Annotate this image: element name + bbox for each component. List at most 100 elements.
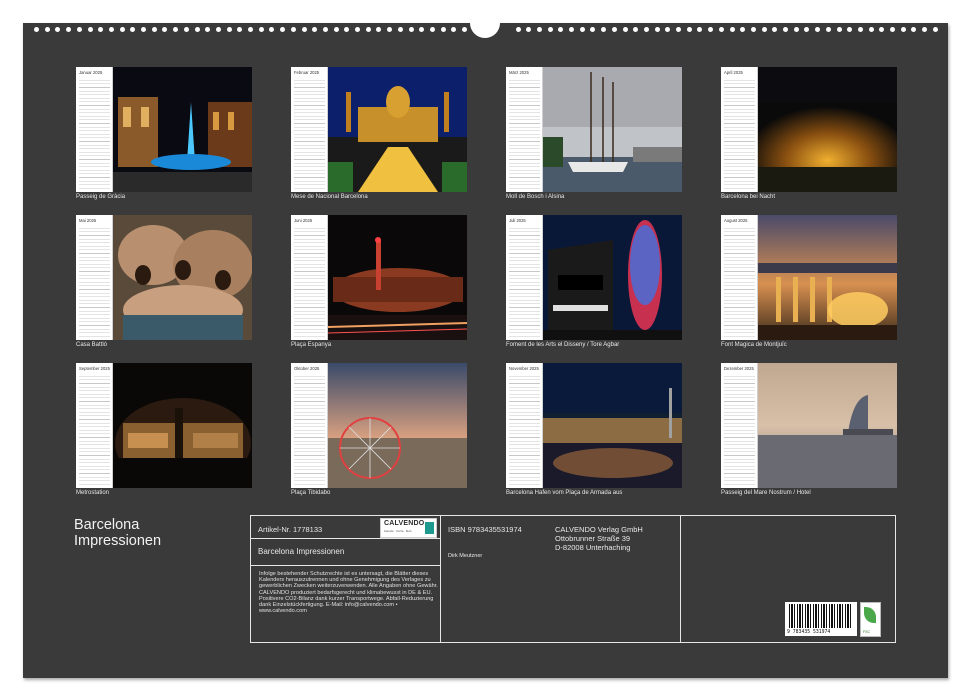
binding-hole (740, 27, 746, 32)
photo-caption: Passeig del Mare Nostrum / Hotel (721, 490, 811, 496)
binding-hole (932, 27, 938, 32)
binding-hole (804, 27, 810, 32)
photo-caption: Plaça Espanya (291, 342, 332, 348)
photo-caption: Metrostation (76, 490, 110, 496)
binding-hole (429, 27, 435, 32)
binding-hole (312, 27, 318, 32)
calendar-page: Juli 2025 (506, 215, 543, 340)
month-thumbnail-may: Mai 2025 Casa Battló (76, 215, 252, 353)
month-name: März 2025 (509, 70, 529, 75)
binding-hole (665, 27, 671, 32)
calendar-title: Barcelona Impressionen (74, 517, 161, 549)
binding-hole (408, 27, 414, 32)
binding-hole (419, 27, 425, 32)
binding-hole (237, 27, 243, 32)
calendar-page: November 2025 (506, 363, 543, 488)
binding-hole (815, 27, 821, 32)
photo-tibidabo (328, 363, 467, 488)
photo-font-magica (758, 215, 897, 340)
product-title: Barcelona Impressionen (258, 547, 345, 556)
barcode-number: 9 783435 531974 (787, 630, 831, 635)
binding-hole (130, 27, 136, 32)
photo-barcelona-night (758, 67, 897, 192)
binding-hole (365, 27, 371, 32)
photo-museu-nacional (328, 67, 467, 192)
photo-caption: Passeig de Gràcia (76, 194, 126, 200)
month-thumbnail-january: Januar 2025 Passeig de Gràcia (76, 67, 252, 205)
binding-hole (825, 27, 831, 32)
calendar-page: Januar 2025 (76, 67, 113, 192)
binding-hole (205, 27, 211, 32)
binding-hole (643, 27, 649, 32)
binding-hole (108, 27, 114, 32)
binding-hole (729, 27, 735, 32)
photo-caption: Moll de Bosch i Alsina (506, 194, 565, 200)
binding-hole (194, 27, 200, 32)
photo-caption: Barcelona Hafen vom Plaça de Armada aus (506, 490, 623, 496)
fsc-eco-logo: FSC (860, 602, 881, 637)
binding-hole (76, 27, 82, 32)
calvendo-logo: CALVENDO Kalender · Puzzle · Buch (380, 518, 437, 538)
binding-hole (333, 27, 339, 32)
photo-placa-espanya (328, 215, 467, 340)
month-thumbnail-june: Juni 2025 Plaça Espanya (291, 215, 467, 353)
photo-caption: Casa Battló (76, 342, 108, 348)
binding-hole (836, 27, 842, 32)
photo-caption: Font Magica de Montjuïc (721, 342, 787, 348)
binding-hole (847, 27, 853, 32)
article-number: Artikel-Nr. 1778133 (258, 525, 323, 534)
binding-hole (98, 27, 104, 32)
calendar-page: Mai 2025 (76, 215, 113, 340)
month-name: Februar 2025 (294, 70, 320, 75)
calendar-page: März 2025 (506, 67, 543, 192)
binding-hole (301, 27, 307, 32)
binding-hole (911, 27, 917, 32)
month-thumbnail-december: Dezember 2025 Passeig del Mare Nostrum /… (721, 363, 897, 501)
month-thumbnail-april: April 2025 Barcelona bei Nacht (721, 67, 897, 205)
binding-hole (890, 27, 895, 32)
binding-hole (900, 27, 906, 32)
publisher-street: Ottobrunner Straße 39 (555, 534, 631, 543)
month-name: Oktober 2025 (294, 366, 320, 371)
binding-hole (547, 27, 553, 32)
binding-hole (215, 27, 221, 32)
month-thumbnail-july: Juli 2025 Foment de les Arts el Disseny … (506, 215, 682, 353)
binding-hole (66, 27, 72, 32)
binding-hole (718, 27, 724, 32)
month-name: Mai 2025 (79, 218, 97, 223)
binding-hole (462, 27, 467, 32)
month-thumbnail-november: November 2025 Barcelona Hafen vom Plaça … (506, 363, 682, 501)
month-name: November 2025 (509, 366, 539, 371)
month-thumbnail-february: Februar 2025 Mese de Nacional Barcelona (291, 67, 467, 205)
photo-casa-batllo (113, 215, 252, 340)
binding-hole (868, 27, 874, 32)
month-name: September 2025 (79, 366, 110, 371)
photo-metrostation (113, 363, 252, 488)
binding-hole (119, 27, 125, 32)
binding-hole (376, 27, 382, 32)
binding-hole (397, 27, 403, 32)
photo-caption: Barcelona bei Nacht (721, 194, 776, 200)
binding-hole (750, 27, 756, 32)
calendar-page: Dezember 2025 (721, 363, 758, 488)
calendar-page: Oktober 2025 (291, 363, 328, 488)
binding-hole (515, 27, 521, 32)
isbn: ISBN 9783435531974 (448, 525, 522, 534)
month-name: Januar 2025 (79, 70, 103, 75)
binding-hole (87, 27, 93, 32)
photo-torre-agbar (543, 215, 682, 340)
binding-hole (857, 27, 863, 32)
binding-hole (697, 27, 703, 32)
binding-hole (280, 27, 286, 32)
binding-hole (879, 27, 885, 32)
binding-hole (558, 27, 564, 32)
binding-hole (611, 27, 617, 32)
binding-hole (772, 27, 778, 32)
author: Dirk Meutzner (448, 553, 483, 559)
calendar-page: August 2025 (721, 215, 758, 340)
binding-hole (579, 27, 585, 32)
binding-hole (387, 27, 393, 32)
photo-hotel-w (758, 363, 897, 488)
binding-hole (761, 27, 767, 32)
month-name: Dezember 2025 (724, 366, 754, 371)
